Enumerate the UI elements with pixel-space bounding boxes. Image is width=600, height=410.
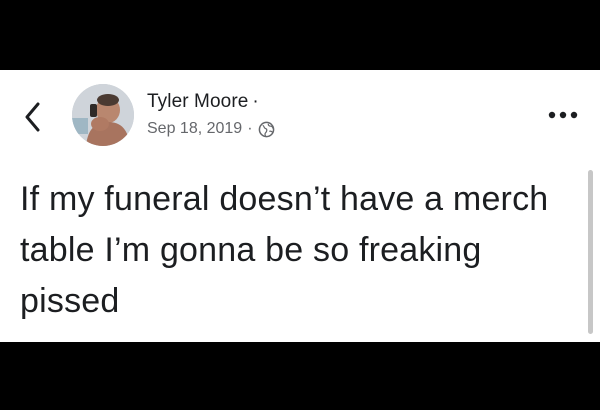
more-options-button[interactable] — [546, 108, 580, 122]
globe-icon — [258, 121, 274, 137]
scrollbar[interactable] — [588, 170, 593, 334]
meta-separator: · — [247, 120, 253, 137]
back-button[interactable] — [22, 100, 44, 134]
post-text: If my funeral doesn’t have a merch table… — [20, 180, 549, 320]
avatar-image — [72, 84, 134, 146]
more-horizontal-icon — [548, 111, 578, 119]
screenshot-frame: Tyler Moore · Sep 18, 2019 · If my funera… — [0, 0, 600, 410]
post-author: Tyler Moore · — [147, 91, 259, 113]
author-name[interactable]: Tyler Moore — [147, 91, 248, 112]
chevron-left-icon — [25, 102, 40, 132]
avatar[interactable] — [72, 84, 134, 146]
post-date[interactable]: Sep 18, 2019 — [147, 120, 242, 138]
post-meta: Sep 18, 2019 · — [147, 120, 275, 138]
post-card: Tyler Moore · Sep 18, 2019 · If my funera… — [0, 70, 600, 342]
author-separator: · — [252, 91, 259, 112]
